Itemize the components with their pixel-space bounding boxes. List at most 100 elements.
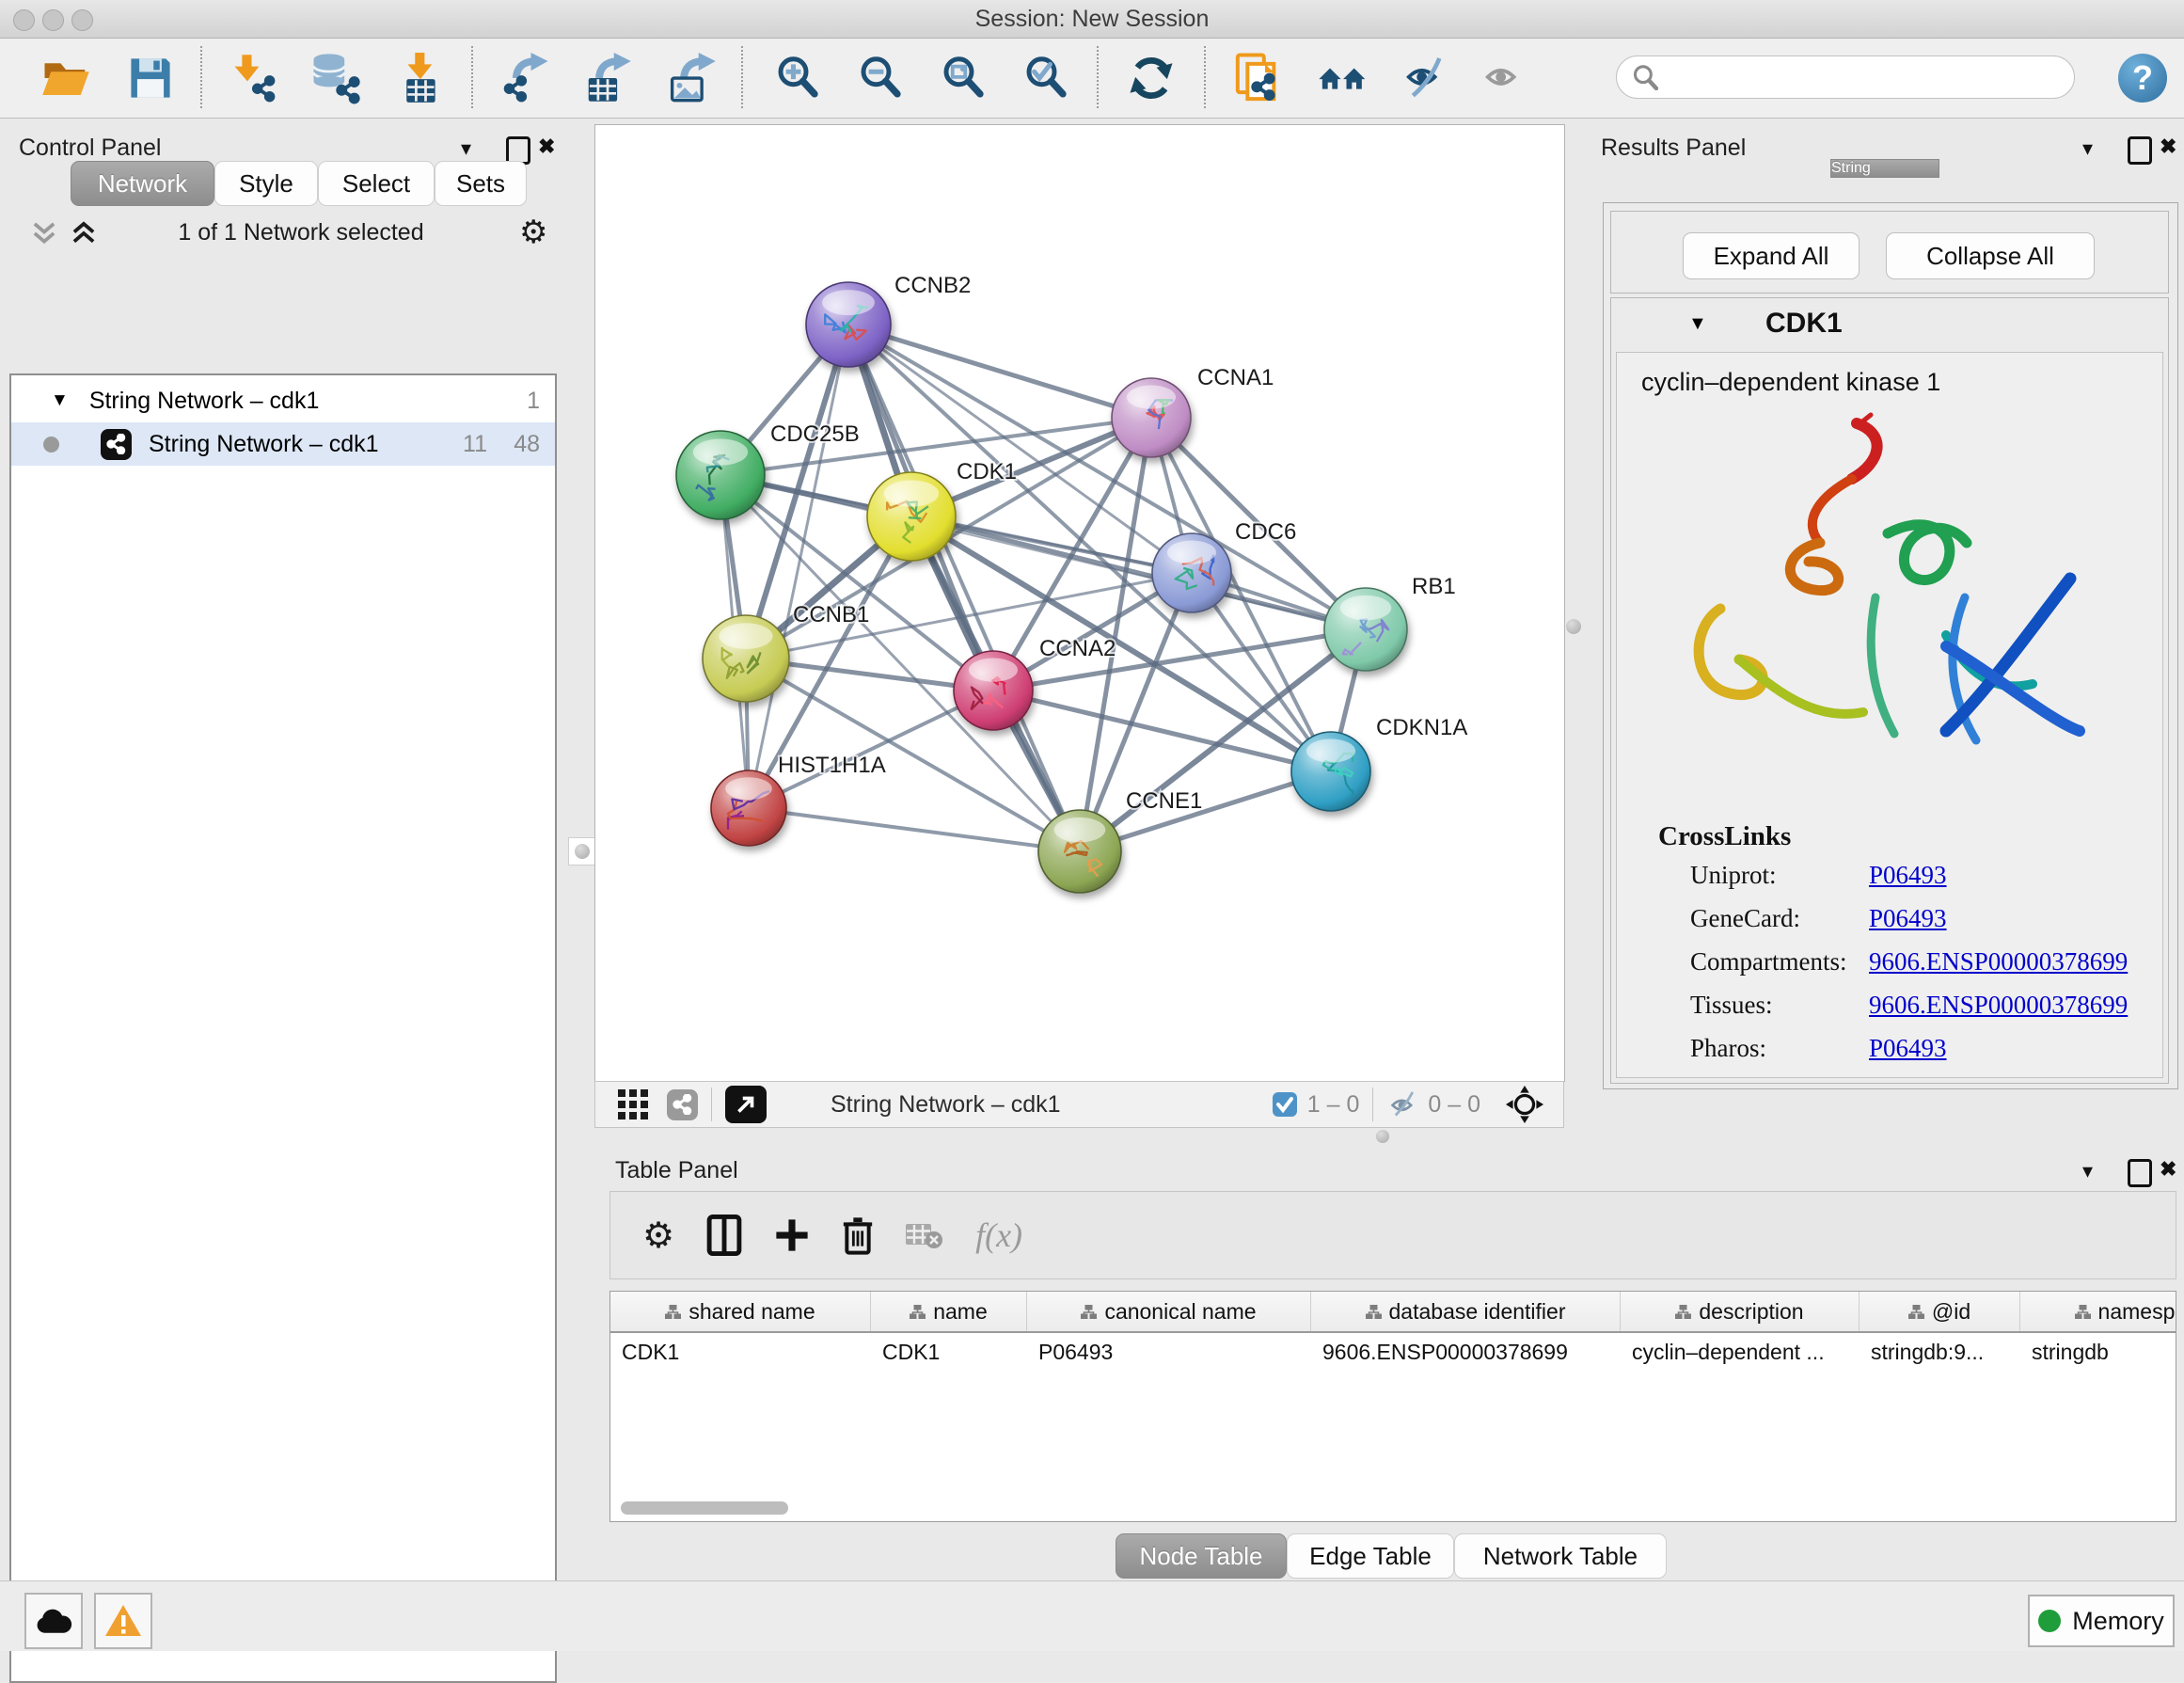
vertical-splitter-grip[interactable] — [568, 837, 596, 865]
table-cell[interactable]: 9606.ENSP00000378699 — [1311, 1333, 1621, 1373]
crosslink-link[interactable]: P06493 — [1869, 861, 1947, 890]
network-node-cdc25b[interactable] — [676, 431, 765, 519]
collapse-all-button[interactable]: Collapse All — [1886, 232, 2095, 279]
crosslink-link[interactable]: 9606.ENSP00000378699 — [1869, 947, 2128, 976]
network-canvas[interactable]: CCNB2CCNA1CDC25BCDK1CDC6RB1CCNB1CCNA2CDK… — [594, 124, 1565, 1082]
disclosure-triangle-icon[interactable]: ▼ — [51, 390, 69, 411]
network-node-cdkn1a[interactable] — [1291, 732, 1370, 811]
zoom-out-button[interactable] — [852, 50, 909, 106]
navigator-toggle-button[interactable] — [725, 1086, 767, 1123]
birdseye-crosshair-button[interactable] — [1505, 1085, 1544, 1124]
table-column-header[interactable]: shared name — [610, 1292, 871, 1331]
delete-table-button[interactable] — [906, 1220, 943, 1250]
selection-checkbox-icon[interactable] — [1272, 1091, 1298, 1118]
crosslink-link[interactable]: P06493 — [1869, 904, 1947, 933]
network-edge[interactable] — [749, 691, 993, 808]
import-network-file-button[interactable] — [228, 50, 284, 106]
network-row-selected[interactable]: String Network – cdk1 11 48 — [11, 422, 555, 466]
results-panel-close-button[interactable]: ✖ — [2160, 135, 2176, 159]
crosslink-link[interactable]: P06493 — [1869, 1034, 1947, 1063]
network-node-hist1h1a[interactable] — [711, 770, 786, 846]
table-cell[interactable]: P06493 — [1027, 1333, 1311, 1373]
tab-node-table[interactable]: Node Table — [1116, 1533, 1287, 1579]
collapse-tree-button[interactable] — [71, 221, 96, 246]
export-image-button[interactable] — [664, 50, 720, 106]
table-column-header[interactable]: namespace — [2020, 1292, 2176, 1331]
cloud-button[interactable] — [24, 1593, 83, 1649]
function-builder-button[interactable]: f(x) — [975, 1215, 1022, 1255]
table-panel-maximize-button[interactable] — [2128, 1159, 2152, 1187]
save-session-button[interactable] — [122, 50, 179, 106]
table-settings-gear-button[interactable]: ⚙ — [642, 1215, 674, 1256]
warnings-button[interactable] — [94, 1593, 152, 1649]
table-column-header[interactable]: database identifier — [1311, 1292, 1621, 1331]
delete-column-button[interactable] — [842, 1215, 874, 1255]
protein-structure-image — [1664, 409, 2115, 786]
table-horizontal-scrollbar[interactable] — [621, 1501, 788, 1515]
network-edge[interactable] — [848, 325, 1151, 418]
tab-string[interactable]: String — [1830, 159, 1939, 178]
protein-disclosure-icon[interactable]: ▼ — [1688, 313, 1707, 335]
import-table-file-button[interactable] — [393, 50, 450, 106]
control-panel-float-button[interactable]: ▾ — [461, 136, 471, 161]
tab-network[interactable]: Network — [71, 161, 214, 206]
table-cell[interactable]: CDK1 — [871, 1333, 1027, 1373]
table-row[interactable]: CDK1CDK1P064939606.ENSP00000378699cyclin… — [610, 1333, 2176, 1373]
refresh-network-button[interactable] — [1123, 50, 1179, 106]
network-edge[interactable] — [993, 691, 1331, 771]
network-node-cdc6[interactable] — [1152, 533, 1231, 612]
tab-edge-table[interactable]: Edge Table — [1287, 1533, 1454, 1579]
network-edge[interactable] — [720, 475, 1192, 573]
node-table[interactable]: shared namenamecanonical namedatabase id… — [609, 1291, 2176, 1522]
network-edge[interactable] — [749, 808, 1080, 851]
network-options-gear-button[interactable]: ⚙ — [519, 214, 547, 251]
network-collection-row[interactable]: ▼ String Network – cdk1 1 — [11, 379, 555, 422]
show-columns-button[interactable] — [706, 1215, 742, 1256]
table-cell[interactable]: stringdb:9... — [1860, 1333, 2020, 1373]
expand-all-button[interactable]: Expand All — [1683, 232, 1860, 279]
network-node-rb1[interactable] — [1324, 588, 1407, 671]
tab-style[interactable]: Style — [214, 161, 318, 206]
results-panel-maximize-button[interactable] — [2128, 136, 2152, 165]
search-input[interactable] — [1668, 63, 2074, 91]
help-button[interactable]: ? — [2118, 54, 2167, 103]
table-cell[interactable]: stringdb — [2020, 1333, 2176, 1373]
table-cell[interactable]: cyclin–dependent ... — [1621, 1333, 1860, 1373]
network-node-ccnb2[interactable] — [806, 282, 891, 367]
import-network-database-button[interactable] — [309, 50, 365, 106]
zoom-selected-button[interactable] — [1018, 50, 1074, 106]
export-table-button[interactable] — [579, 50, 636, 106]
crosslink-link[interactable]: 9606.ENSP00000378699 — [1869, 991, 2128, 1020]
table-panel-float-button[interactable]: ▾ — [2082, 1159, 2093, 1183]
table-cell[interactable]: CDK1 — [610, 1333, 871, 1373]
clone-network-button[interactable] — [1230, 50, 1287, 106]
results-panel-float-button[interactable]: ▾ — [2082, 136, 2093, 161]
tab-select[interactable]: Select — [318, 161, 435, 206]
thumbnail-grid-button[interactable] — [616, 1088, 650, 1121]
hide-selected-button[interactable] — [1396, 50, 1452, 106]
table-column-header[interactable]: canonical name — [1027, 1292, 1311, 1331]
table-column-header[interactable]: name — [871, 1292, 1027, 1331]
expand-tree-button[interactable] — [32, 221, 56, 246]
open-session-button[interactable] — [38, 50, 94, 106]
tab-sets[interactable]: Sets — [435, 161, 527, 206]
network-graph[interactable]: CCNB2CCNA1CDC25BCDK1CDC6RB1CCNB1CCNA2CDK… — [595, 125, 1564, 1081]
network-node-ccnb1[interactable] — [703, 615, 789, 702]
network-node-ccna2[interactable] — [954, 651, 1033, 730]
table-column-header[interactable]: description — [1621, 1292, 1860, 1331]
tab-network-table[interactable]: Network Table — [1454, 1533, 1667, 1579]
fit-content-button[interactable] — [935, 50, 991, 106]
add-column-button[interactable] — [774, 1216, 810, 1254]
horizontal-splitter-grip[interactable] — [1369, 1129, 1396, 1144]
first-neighbors-button[interactable] — [1315, 50, 1371, 106]
table-panel-close-button[interactable]: ✖ — [2160, 1157, 2176, 1182]
zoom-in-button[interactable] — [769, 50, 826, 106]
network-node-cdk1[interactable] — [867, 472, 956, 561]
network-node-ccna1[interactable] — [1112, 378, 1191, 457]
memory-button[interactable]: Memory — [2028, 1595, 2175, 1647]
table-column-header[interactable]: @id — [1860, 1292, 2020, 1331]
control-panel-close-button[interactable]: ✖ — [538, 135, 555, 159]
show-all-button[interactable] — [1475, 50, 1531, 106]
export-network-button[interactable] — [499, 50, 555, 106]
network-node-ccne1[interactable] — [1038, 810, 1121, 893]
